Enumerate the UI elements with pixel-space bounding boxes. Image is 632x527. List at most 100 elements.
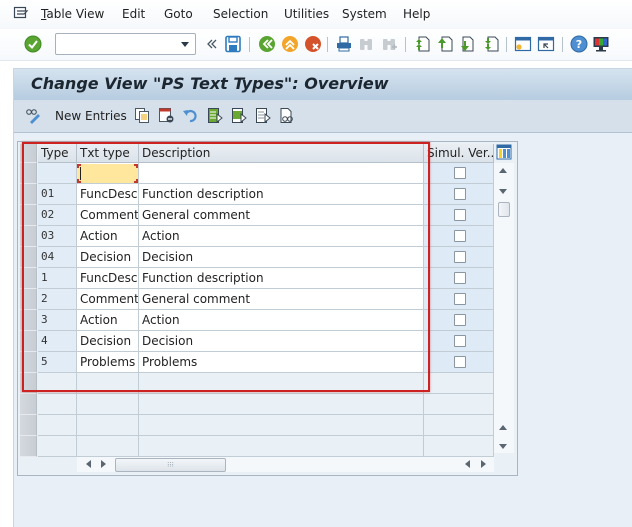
cell-type[interactable]: 1: [38, 268, 77, 289]
menu-help[interactable]: Help: [403, 7, 430, 21]
scroll-page-down-arrow[interactable]: [499, 444, 507, 449]
vertical-scroll-thumb[interactable]: [498, 202, 510, 217]
cell-description[interactable]: General comment: [139, 289, 424, 310]
system-menu-icon[interactable]: [13, 6, 29, 20]
command-input[interactable]: [56, 34, 174, 54]
txt-type-input-focused[interactable]: [77, 164, 138, 183]
simul-ver-checkbox[interactable]: [454, 293, 466, 305]
cell-txt-type[interactable]: Decision: [77, 331, 139, 352]
cell-txt-type[interactable]: FuncDesc: [77, 184, 139, 205]
shortcut-icon[interactable]: [537, 35, 555, 53]
horizontal-scrollbar-fixed[interactable]: [458, 457, 494, 472]
cell-txt-type[interactable]: Problems: [77, 352, 139, 373]
scroll-left-arrow[interactable]: [465, 460, 470, 468]
create-session-icon[interactable]: [514, 35, 532, 53]
display-other-view-icon[interactable]: [279, 107, 295, 124]
cell-description[interactable]: Action: [139, 310, 424, 331]
help-icon[interactable]: ?: [570, 35, 588, 53]
menu-utilities[interactable]: Utilities: [284, 7, 329, 21]
cell-type[interactable]: 4: [38, 331, 77, 352]
command-field[interactable]: [55, 33, 196, 55]
simul-ver-checkbox[interactable]: [454, 188, 466, 200]
cell-description[interactable]: Function description: [139, 268, 424, 289]
menu-selection[interactable]: Selection: [213, 7, 268, 21]
print-icon[interactable]: [335, 35, 353, 53]
row-selector[interactable]: [20, 163, 37, 184]
cell-description[interactable]: [139, 163, 424, 184]
next-page-icon[interactable]: [459, 35, 477, 53]
first-page-icon[interactable]: [413, 35, 431, 53]
scroll-down-arrow[interactable]: [499, 189, 507, 194]
scroll-page-up-arrow[interactable]: [499, 425, 507, 430]
horizontal-scroll-thumb[interactable]: ⁝⁝⁝: [115, 458, 226, 472]
cell-description[interactable]: Problems: [139, 352, 424, 373]
column-header-description[interactable]: Description: [139, 144, 424, 163]
cell-txt-type[interactable]: Action: [77, 310, 139, 331]
row-selector[interactable]: [20, 373, 37, 394]
cell-txt-type[interactable]: Comment: [77, 289, 139, 310]
simul-ver-checkbox[interactable]: [454, 335, 466, 347]
undo-change-icon[interactable]: [182, 107, 198, 124]
simul-ver-checkbox[interactable]: [454, 356, 466, 368]
cell-txt-type[interactable]: Action: [77, 226, 139, 247]
select-block-icon[interactable]: [231, 107, 247, 124]
last-page-icon[interactable]: [482, 35, 500, 53]
cell-type[interactable]: 5: [38, 352, 77, 373]
new-entries-icon[interactable]: [25, 107, 41, 124]
row-selector[interactable]: [20, 394, 37, 415]
scroll-up-arrow[interactable]: [499, 168, 507, 173]
table-settings-icon[interactable]: [496, 144, 512, 160]
chevron-down-icon[interactable]: [181, 42, 189, 47]
menu-table-view[interactable]: Table View: [41, 7, 104, 21]
cell-txt-type[interactable]: FuncDesc: [77, 268, 139, 289]
row-selector[interactable]: [20, 205, 37, 226]
column-header-type[interactable]: Type: [38, 144, 77, 163]
save-icon[interactable]: [224, 35, 242, 53]
row-selector[interactable]: [20, 226, 37, 247]
simul-ver-checkbox[interactable]: [454, 167, 466, 179]
cell-type[interactable]: 03: [38, 226, 77, 247]
menu-system[interactable]: System: [342, 7, 387, 21]
cell-txt-type[interactable]: [77, 163, 139, 184]
simul-ver-checkbox[interactable]: [454, 314, 466, 326]
cancel-icon[interactable]: [304, 35, 322, 53]
cell-description[interactable]: Action: [139, 226, 424, 247]
select-all-rows-button[interactable]: [20, 144, 37, 163]
exit-icon[interactable]: [281, 35, 299, 53]
cell-type[interactable]: 04: [38, 247, 77, 268]
back-icon[interactable]: [258, 35, 276, 53]
cell-description[interactable]: General comment: [139, 205, 424, 226]
new-entries-button[interactable]: New Entries: [55, 109, 127, 123]
row-selector[interactable]: [20, 331, 37, 352]
cell-type[interactable]: 01: [38, 184, 77, 205]
row-selector[interactable]: [20, 247, 37, 268]
scroll-left-arrow[interactable]: [86, 460, 91, 468]
cell-description[interactable]: Function description: [139, 184, 424, 205]
row-selector[interactable]: [20, 436, 37, 457]
row-selector[interactable]: [20, 415, 37, 436]
scroll-right-arrow[interactable]: [481, 460, 486, 468]
row-selector[interactable]: [20, 352, 37, 373]
row-selector[interactable]: [20, 268, 37, 289]
cell-type[interactable]: 02: [38, 205, 77, 226]
cell-description[interactable]: Decision: [139, 247, 424, 268]
enter-icon[interactable]: [24, 35, 42, 53]
column-header-txt-type[interactable]: Txt type: [77, 144, 139, 163]
cell-txt-type[interactable]: Decision: [77, 247, 139, 268]
menu-edit[interactable]: Edit: [122, 7, 145, 21]
cell-type[interactable]: 3: [38, 310, 77, 331]
collapse-icon[interactable]: [203, 35, 221, 53]
cell-type[interactable]: 2: [38, 289, 77, 310]
simul-ver-checkbox[interactable]: [454, 272, 466, 284]
copy-as-icon[interactable]: [134, 107, 150, 124]
previous-page-icon[interactable]: [436, 35, 454, 53]
vertical-scrollbar[interactable]: [494, 163, 514, 453]
simul-ver-checkbox[interactable]: [454, 209, 466, 221]
deselect-all-icon[interactable]: [255, 107, 271, 124]
cell-txt-type[interactable]: Comment: [77, 205, 139, 226]
row-selector[interactable]: [20, 289, 37, 310]
cell-type[interactable]: [38, 163, 77, 184]
scroll-right-arrow[interactable]: [101, 460, 106, 468]
column-header-simul-ver[interactable]: Simul. Ver...: [424, 144, 494, 163]
row-selector[interactable]: [20, 310, 37, 331]
